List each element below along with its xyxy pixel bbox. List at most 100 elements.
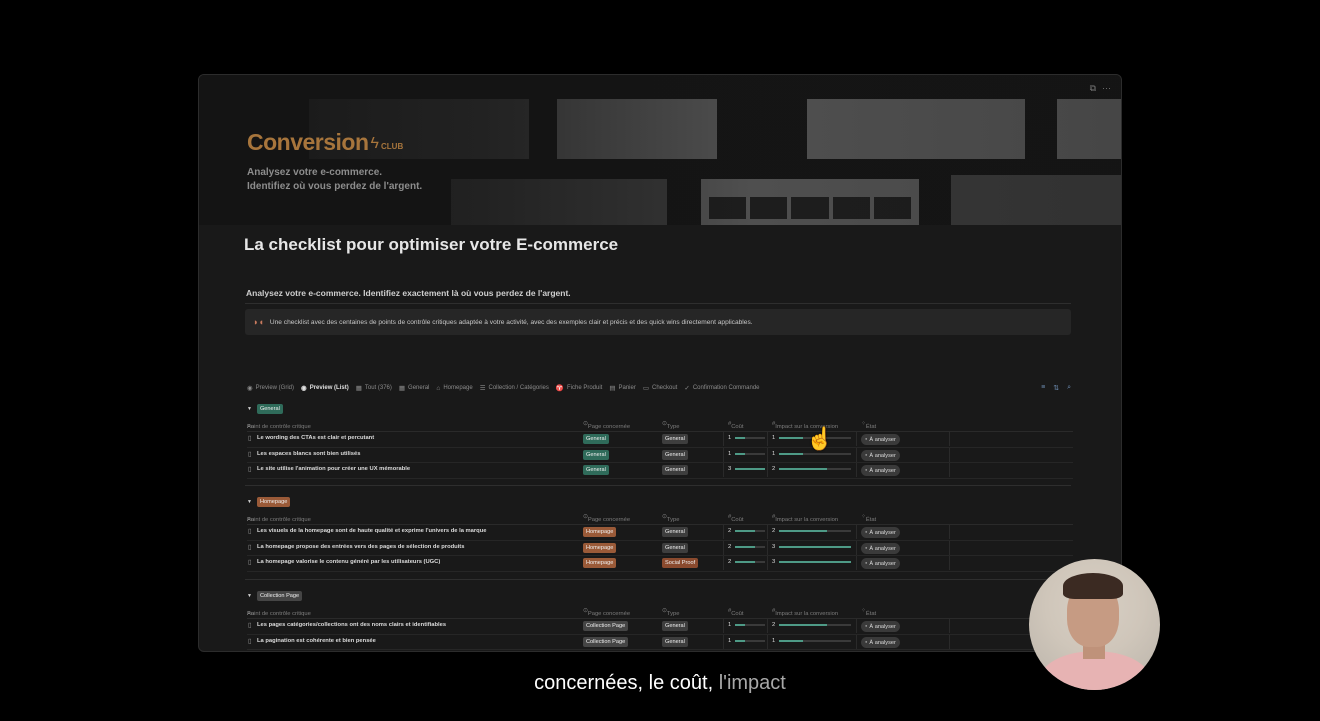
tab-view[interactable]: ☰ Collection / Catégories (480, 384, 549, 392)
group-divider (245, 485, 1071, 486)
column-type[interactable]: ⊙ Type (662, 421, 679, 430)
column-type[interactable]: ⊙ Type (662, 608, 679, 617)
page-tag: General (583, 449, 609, 460)
type-tag: Social Proof (662, 558, 699, 568)
row-title[interactable]: Les visuels de la homepage sont de haute… (257, 528, 486, 534)
subtitle-caption: concernées, le coût, l'impact (534, 672, 786, 694)
table-row[interactable]: ▯ Les espaces blancs sont bien utilisés Ge… (247, 447, 1073, 463)
table-row[interactable]: ▯ Le wording des CTAs est clair et percut… (247, 432, 1073, 448)
tab-view[interactable]: ▦ General (399, 384, 430, 392)
tab-label: Checkout (652, 385, 678, 391)
impact-cell: 2 (772, 622, 852, 628)
impact-bar (779, 468, 852, 470)
type-tag: General (662, 434, 688, 444)
tab-label: Panier (618, 385, 636, 391)
column-etat[interactable]: ⁘ État (861, 421, 876, 430)
cost-cell: 1 (728, 435, 766, 441)
tab-view[interactable]: ▦ Tout (376) (356, 384, 392, 392)
type-tag: General (662, 449, 688, 460)
table-icon: ▦ (355, 385, 362, 392)
impact-cell: 2 (772, 528, 852, 534)
row-title[interactable]: Le wording des CTAs est clair et percuta… (257, 435, 374, 441)
search-icon[interactable]: ⌕ (1067, 384, 1071, 392)
impact-cell: 1 (772, 638, 852, 644)
column-cost[interactable]: # Coût (728, 608, 743, 617)
column-type[interactable]: ⊙ Type (662, 514, 679, 523)
table-icon: ▦ (398, 385, 406, 392)
row-title[interactable]: Les pages catégories/collections ont des… (257, 622, 446, 628)
status-badge: À analyser (861, 621, 900, 632)
cost-bar (735, 437, 766, 439)
row-title[interactable]: La pagination est cohérente et bien pens… (257, 638, 376, 644)
group-header[interactable]: ▼ Homepage (247, 496, 1073, 508)
hand-cursor-icon: ☝ (806, 426, 834, 451)
tab-label: General (408, 385, 430, 391)
page-title: La checklist pour optimiser votre E-comm… (244, 235, 619, 254)
group-1: ▼ Homepage Aa Point de contrôle critique ⊙ … (247, 496, 1073, 572)
sort-icon[interactable]: ⇅ (1053, 384, 1059, 392)
caret-down-icon[interactable]: ▼ (247, 593, 252, 599)
impact-cell: 2 (772, 466, 852, 472)
column-page[interactable]: ⊙ Page concernée (583, 608, 630, 617)
brand-logo: Conversion ϟ CLUB (247, 129, 404, 155)
column-page[interactable]: ⊙ Page concernée (583, 514, 630, 523)
page-tag: General (583, 465, 609, 475)
row-title[interactable]: Le site utilise l'animation pour créer u… (257, 466, 410, 472)
tab-view[interactable]: ✓ Confirmation Commande (684, 384, 759, 392)
list-icon: ☰ (479, 385, 486, 392)
filter-icon[interactable]: ≡ (1041, 384, 1045, 392)
column-cost[interactable]: # Coût (728, 421, 743, 430)
table-row[interactable]: ▯ La pagination est cohérente et bien pen… (247, 634, 1073, 650)
row-title[interactable]: Les espaces blancs sont bien utilisés (257, 451, 360, 457)
group-header[interactable]: ▼ Collection Page (247, 590, 1073, 602)
tab-view[interactable]: ♈ Fiche Produit (556, 384, 602, 392)
page-tag: Collection Page (583, 621, 629, 631)
tab-view[interactable]: ▤ Panier (609, 384, 636, 392)
cost-cell: 3 (728, 466, 766, 472)
page-icon: ▯ (248, 637, 252, 645)
window-top-actions: ⧉ ··· (1090, 83, 1111, 94)
caret-down-icon[interactable]: ▼ (247, 499, 252, 505)
page-tag: Homepage (583, 542, 617, 553)
tab-view[interactable]: ◉ Preview (List) (301, 384, 349, 392)
cost-cell: 1 (728, 451, 766, 457)
group-label: Homepage (256, 497, 291, 507)
cost-cell: 1 (728, 622, 766, 628)
column-etat[interactable]: ⁘ État (861, 608, 876, 617)
table-row[interactable]: ▯ Le site utilise l'animation pour créer … (247, 463, 1073, 479)
duplicate-icon[interactable]: ⧉ (1090, 83, 1096, 94)
divider (245, 303, 1071, 304)
page-tag: Homepage (583, 558, 617, 568)
table-row[interactable]: ▯ Les visuels de la homepage sont de haut… (247, 525, 1073, 541)
column-cost[interactable]: # Coût (728, 514, 743, 523)
impact-cell: 3 (772, 559, 852, 565)
tab-view[interactable]: ▭ Checkout (643, 384, 678, 392)
page-icon: ▯ (248, 528, 252, 535)
tab-view[interactable]: ⌂ Homepage (436, 385, 472, 392)
caret-down-icon[interactable]: ▼ (247, 406, 252, 412)
column-impact[interactable]: # Impact sur la conversion (772, 608, 838, 617)
group-header[interactable]: ▼ General (247, 403, 1073, 415)
page-icon: ▯ (248, 559, 252, 566)
column-impact[interactable]: # Impact sur la conversion (772, 514, 838, 523)
cover-tagline-2: Identifiez où vous perdez de l'argent. (247, 181, 423, 192)
cost-bar (735, 530, 766, 532)
row-title[interactable]: La homepage propose des entrées vers des… (257, 544, 464, 550)
table-row[interactable]: ▯ La homepage valorise le contenu généré … (247, 556, 1073, 572)
table-row[interactable]: ▯ La homepage propose des entrées vers de… (247, 540, 1073, 556)
cost-bar (735, 452, 766, 455)
cost-bar (735, 545, 766, 548)
row-title[interactable]: La homepage valorise le contenu généré p… (257, 559, 440, 565)
column-impact[interactable]: # Impact sur la conversion (772, 421, 838, 430)
impact-bar (779, 530, 852, 532)
group-label: General (256, 404, 283, 414)
table-row[interactable]: ▯ Les pages catégories/collections ont de… (247, 619, 1073, 635)
more-icon[interactable]: ··· (1102, 83, 1111, 94)
column-page[interactable]: ⊙ Page concernée (583, 421, 630, 430)
status-badge: À analyser (861, 465, 900, 476)
cover-banner: Conversion ϟ CLUB Analysez votre e-comme… (199, 75, 1121, 225)
column-etat[interactable]: ⁘ État (861, 514, 876, 523)
tab-view[interactable]: ◉ Preview (Grid) (247, 384, 294, 392)
page-tag: Collection Page (583, 636, 629, 647)
type-tag: General (662, 527, 688, 537)
